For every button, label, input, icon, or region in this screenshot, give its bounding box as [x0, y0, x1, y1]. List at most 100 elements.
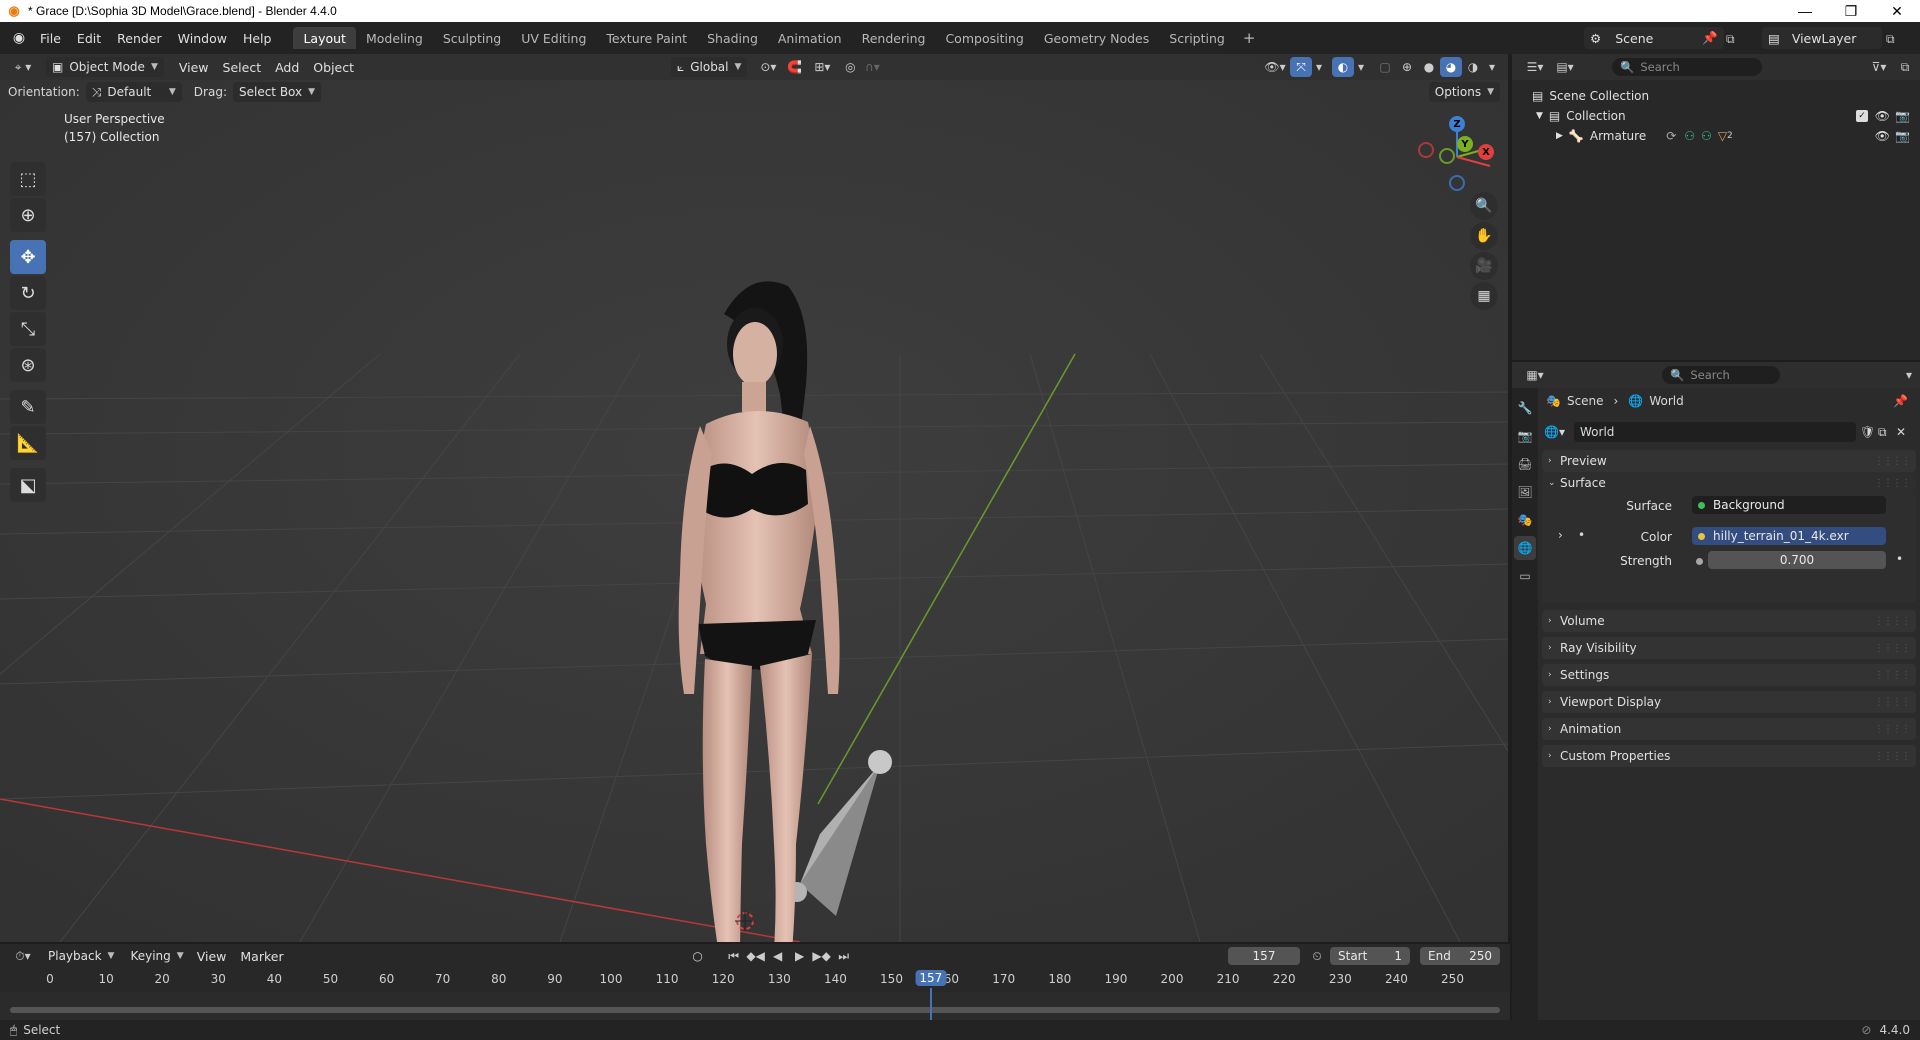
- breadcrumb-scene[interactable]: Scene: [1567, 394, 1604, 408]
- scene-selector[interactable]: ⚙ Scene 📌: [1584, 27, 1724, 49]
- tab-shading[interactable]: Shading: [697, 27, 768, 49]
- outliner-editor-type-icon[interactable]: ☰▾: [1520, 57, 1550, 77]
- new-view-layer-icon[interactable]: ⧉: [1886, 32, 1895, 47]
- volume-panel[interactable]: › Volume ⋮⋮⋮⋮: [1542, 610, 1916, 632]
- drag-grip-icon[interactable]: ⋮⋮⋮⋮: [1874, 751, 1911, 762]
- end-frame-field[interactable]: End 250: [1420, 947, 1500, 965]
- properties-options-icon[interactable]: ▾: [1898, 365, 1920, 385]
- gizmo-dropdown-icon[interactable]: ▾: [1312, 57, 1326, 77]
- transform-orientation-dropdown[interactable]: ⟀ Global ▼: [671, 57, 748, 77]
- menu-view[interactable]: View: [172, 60, 216, 75]
- new-scene-icon[interactable]: ⧉: [1726, 32, 1735, 47]
- properties-search-input[interactable]: 🔍 Search: [1662, 366, 1780, 384]
- add-cube-tool-icon[interactable]: ⬕: [10, 468, 46, 502]
- drag-grip-icon[interactable]: ⋮⋮⋮⋮: [1874, 456, 1911, 467]
- keying-menu[interactable]: Keying ▼: [124, 946, 189, 966]
- editor-type-icon[interactable]: ⌖ ▾: [8, 57, 38, 77]
- solid-shading-icon[interactable]: ●: [1418, 57, 1440, 77]
- timeline-menu-view[interactable]: View: [190, 949, 234, 964]
- zoom-icon[interactable]: 🔍: [1470, 192, 1498, 220]
- custom-properties-panel[interactable]: › Custom Properties ⋮⋮⋮⋮: [1542, 745, 1916, 767]
- tab-compositing[interactable]: Compositing: [935, 27, 1033, 49]
- viewport-display-panel[interactable]: › Viewport Display ⋮⋮⋮⋮: [1542, 691, 1916, 713]
- menu-edit[interactable]: Edit: [69, 27, 109, 49]
- include-checkbox-icon[interactable]: ✓: [1856, 110, 1868, 122]
- camera-render-icon[interactable]: 📷: [1895, 129, 1910, 143]
- xray-icon[interactable]: ▢: [1374, 57, 1396, 77]
- tab-animation[interactable]: Animation: [768, 27, 852, 49]
- move-tool-icon[interactable]: ✥: [10, 240, 46, 274]
- fake-user-icon[interactable]: 🛡: [1860, 425, 1878, 439]
- tab-scripting[interactable]: Scripting: [1159, 27, 1235, 49]
- drag-grip-icon[interactable]: ⋮⋮⋮⋮: [1874, 724, 1911, 735]
- keyframe-dot-icon[interactable]: •: [1896, 552, 1903, 566]
- menu-window[interactable]: Window: [170, 27, 235, 49]
- menu-select[interactable]: Select: [216, 60, 269, 75]
- tool-tab-icon[interactable]: 🔧: [1514, 396, 1536, 420]
- transform-tool-icon[interactable]: ⊛: [10, 348, 46, 382]
- falloff-icon[interactable]: ∩▾: [861, 57, 883, 77]
- duplicate-icon[interactable]: ⧉: [1878, 425, 1896, 440]
- ray-visibility-panel[interactable]: › Ray Visibility ⋮⋮⋮⋮: [1542, 637, 1916, 659]
- drag-grip-icon[interactable]: ⋮⋮⋮⋮: [1874, 478, 1911, 489]
- jump-keyframe-forward-icon[interactable]: ▶◆: [811, 946, 833, 966]
- expand-chevron-icon[interactable]: ›: [1558, 528, 1563, 542]
- outliner-search-input[interactable]: 🔍 Search: [1612, 58, 1762, 76]
- stopwatch-icon[interactable]: ⏲: [1306, 946, 1328, 966]
- eye-icon[interactable]: 👁: [1875, 109, 1890, 123]
- pan-hand-icon[interactable]: ✋: [1470, 222, 1498, 250]
- rotate-tool-icon[interactable]: ↻: [10, 276, 46, 310]
- world-name-field[interactable]: World: [1574, 422, 1856, 442]
- drag-grip-icon[interactable]: ⋮⋮⋮⋮: [1874, 643, 1911, 654]
- outliner-scene-collection[interactable]: ▤ Scene Collection: [1512, 86, 1920, 106]
- gizmo-z-icon[interactable]: Z: [1449, 116, 1465, 132]
- animation-panel[interactable]: › Animation ⋮⋮⋮⋮: [1542, 718, 1916, 740]
- overlay-dropdown-icon[interactable]: ▾: [1354, 57, 1368, 77]
- blender-logo-icon[interactable]: ◉: [6, 25, 32, 51]
- menu-object[interactable]: Object: [306, 60, 361, 75]
- gizmo-neg-x-icon[interactable]: [1418, 142, 1434, 158]
- shading-dropdown-icon[interactable]: ▾: [1484, 57, 1500, 77]
- visibility-icon[interactable]: 👁▾: [1260, 57, 1290, 77]
- world-datablock[interactable]: 🌐▾ World 🛡 ⧉ ✕: [1544, 422, 1910, 442]
- playhead-frame-label[interactable]: 157: [915, 970, 947, 986]
- tab-modeling[interactable]: Modeling: [356, 27, 433, 49]
- drag-grip-icon[interactable]: ⋮⋮⋮⋮: [1874, 670, 1911, 681]
- pivot-point-icon[interactable]: ⊙▾: [753, 57, 783, 77]
- jump-keyframe-back-icon[interactable]: ◆◀: [745, 946, 767, 966]
- menu-render[interactable]: Render: [109, 27, 170, 49]
- start-frame-field[interactable]: Start 1: [1330, 947, 1410, 965]
- proportional-edit-icon[interactable]: ◎: [839, 57, 861, 77]
- surface-shader-field[interactable]: Background: [1692, 496, 1886, 514]
- filter-icon[interactable]: ⊽▾: [1864, 57, 1894, 77]
- rendered-shading-icon[interactable]: ◑: [1462, 57, 1484, 77]
- overlay-toggle-icon[interactable]: ◐: [1332, 57, 1354, 77]
- perspective-toggle-icon[interactable]: ▦: [1470, 282, 1498, 310]
- color-texture-field[interactable]: hilly_terrain_01_4k.exr: [1692, 527, 1886, 545]
- playhead-line[interactable]: [929, 988, 932, 1020]
- collection-tab-icon[interactable]: ▭: [1514, 564, 1536, 588]
- properties-editor-type-icon[interactable]: ▦▾: [1520, 365, 1550, 385]
- drag-grip-icon[interactable]: ⋮⋮⋮⋮: [1874, 616, 1911, 627]
- current-frame-field[interactable]: 157: [1228, 947, 1300, 965]
- surface-panel[interactable]: ⌄ Surface ⋮⋮⋮⋮: [1542, 472, 1916, 494]
- select-box-tool-icon[interactable]: ⬚: [10, 162, 46, 196]
- pin-icon[interactable]: 📌: [1702, 30, 1718, 46]
- drag-dropdown[interactable]: Select Box ▼: [232, 82, 322, 102]
- world-browse-icon[interactable]: 🌐▾: [1544, 425, 1570, 439]
- annotate-tool-icon[interactable]: ✎: [10, 390, 46, 424]
- maximize-icon[interactable]: ❐: [1828, 0, 1874, 22]
- tab-layout[interactable]: Layout: [293, 27, 356, 49]
- gizmo-neg-z-icon[interactable]: [1449, 175, 1465, 191]
- tab-rendering[interactable]: Rendering: [852, 27, 936, 49]
- new-collection-icon[interactable]: ⧉: [1894, 57, 1916, 77]
- 3d-viewport[interactable]: ⌖ ▾ ▣ Object Mode ▼ View Select Add Obje…: [0, 54, 1510, 942]
- tab-uv-editing[interactable]: UV Editing: [511, 27, 596, 49]
- scale-tool-icon[interactable]: ⤡: [10, 312, 46, 346]
- wireframe-shading-icon[interactable]: ⊕: [1396, 57, 1418, 77]
- menu-file[interactable]: File: [32, 27, 69, 49]
- add-workspace-icon[interactable]: +: [1235, 27, 1264, 49]
- mode-dropdown[interactable]: ▣ Object Mode ▼: [46, 57, 164, 77]
- play-reverse-icon[interactable]: ◀: [767, 946, 789, 966]
- expand-chevron-icon[interactable]: ▼: [1536, 111, 1543, 121]
